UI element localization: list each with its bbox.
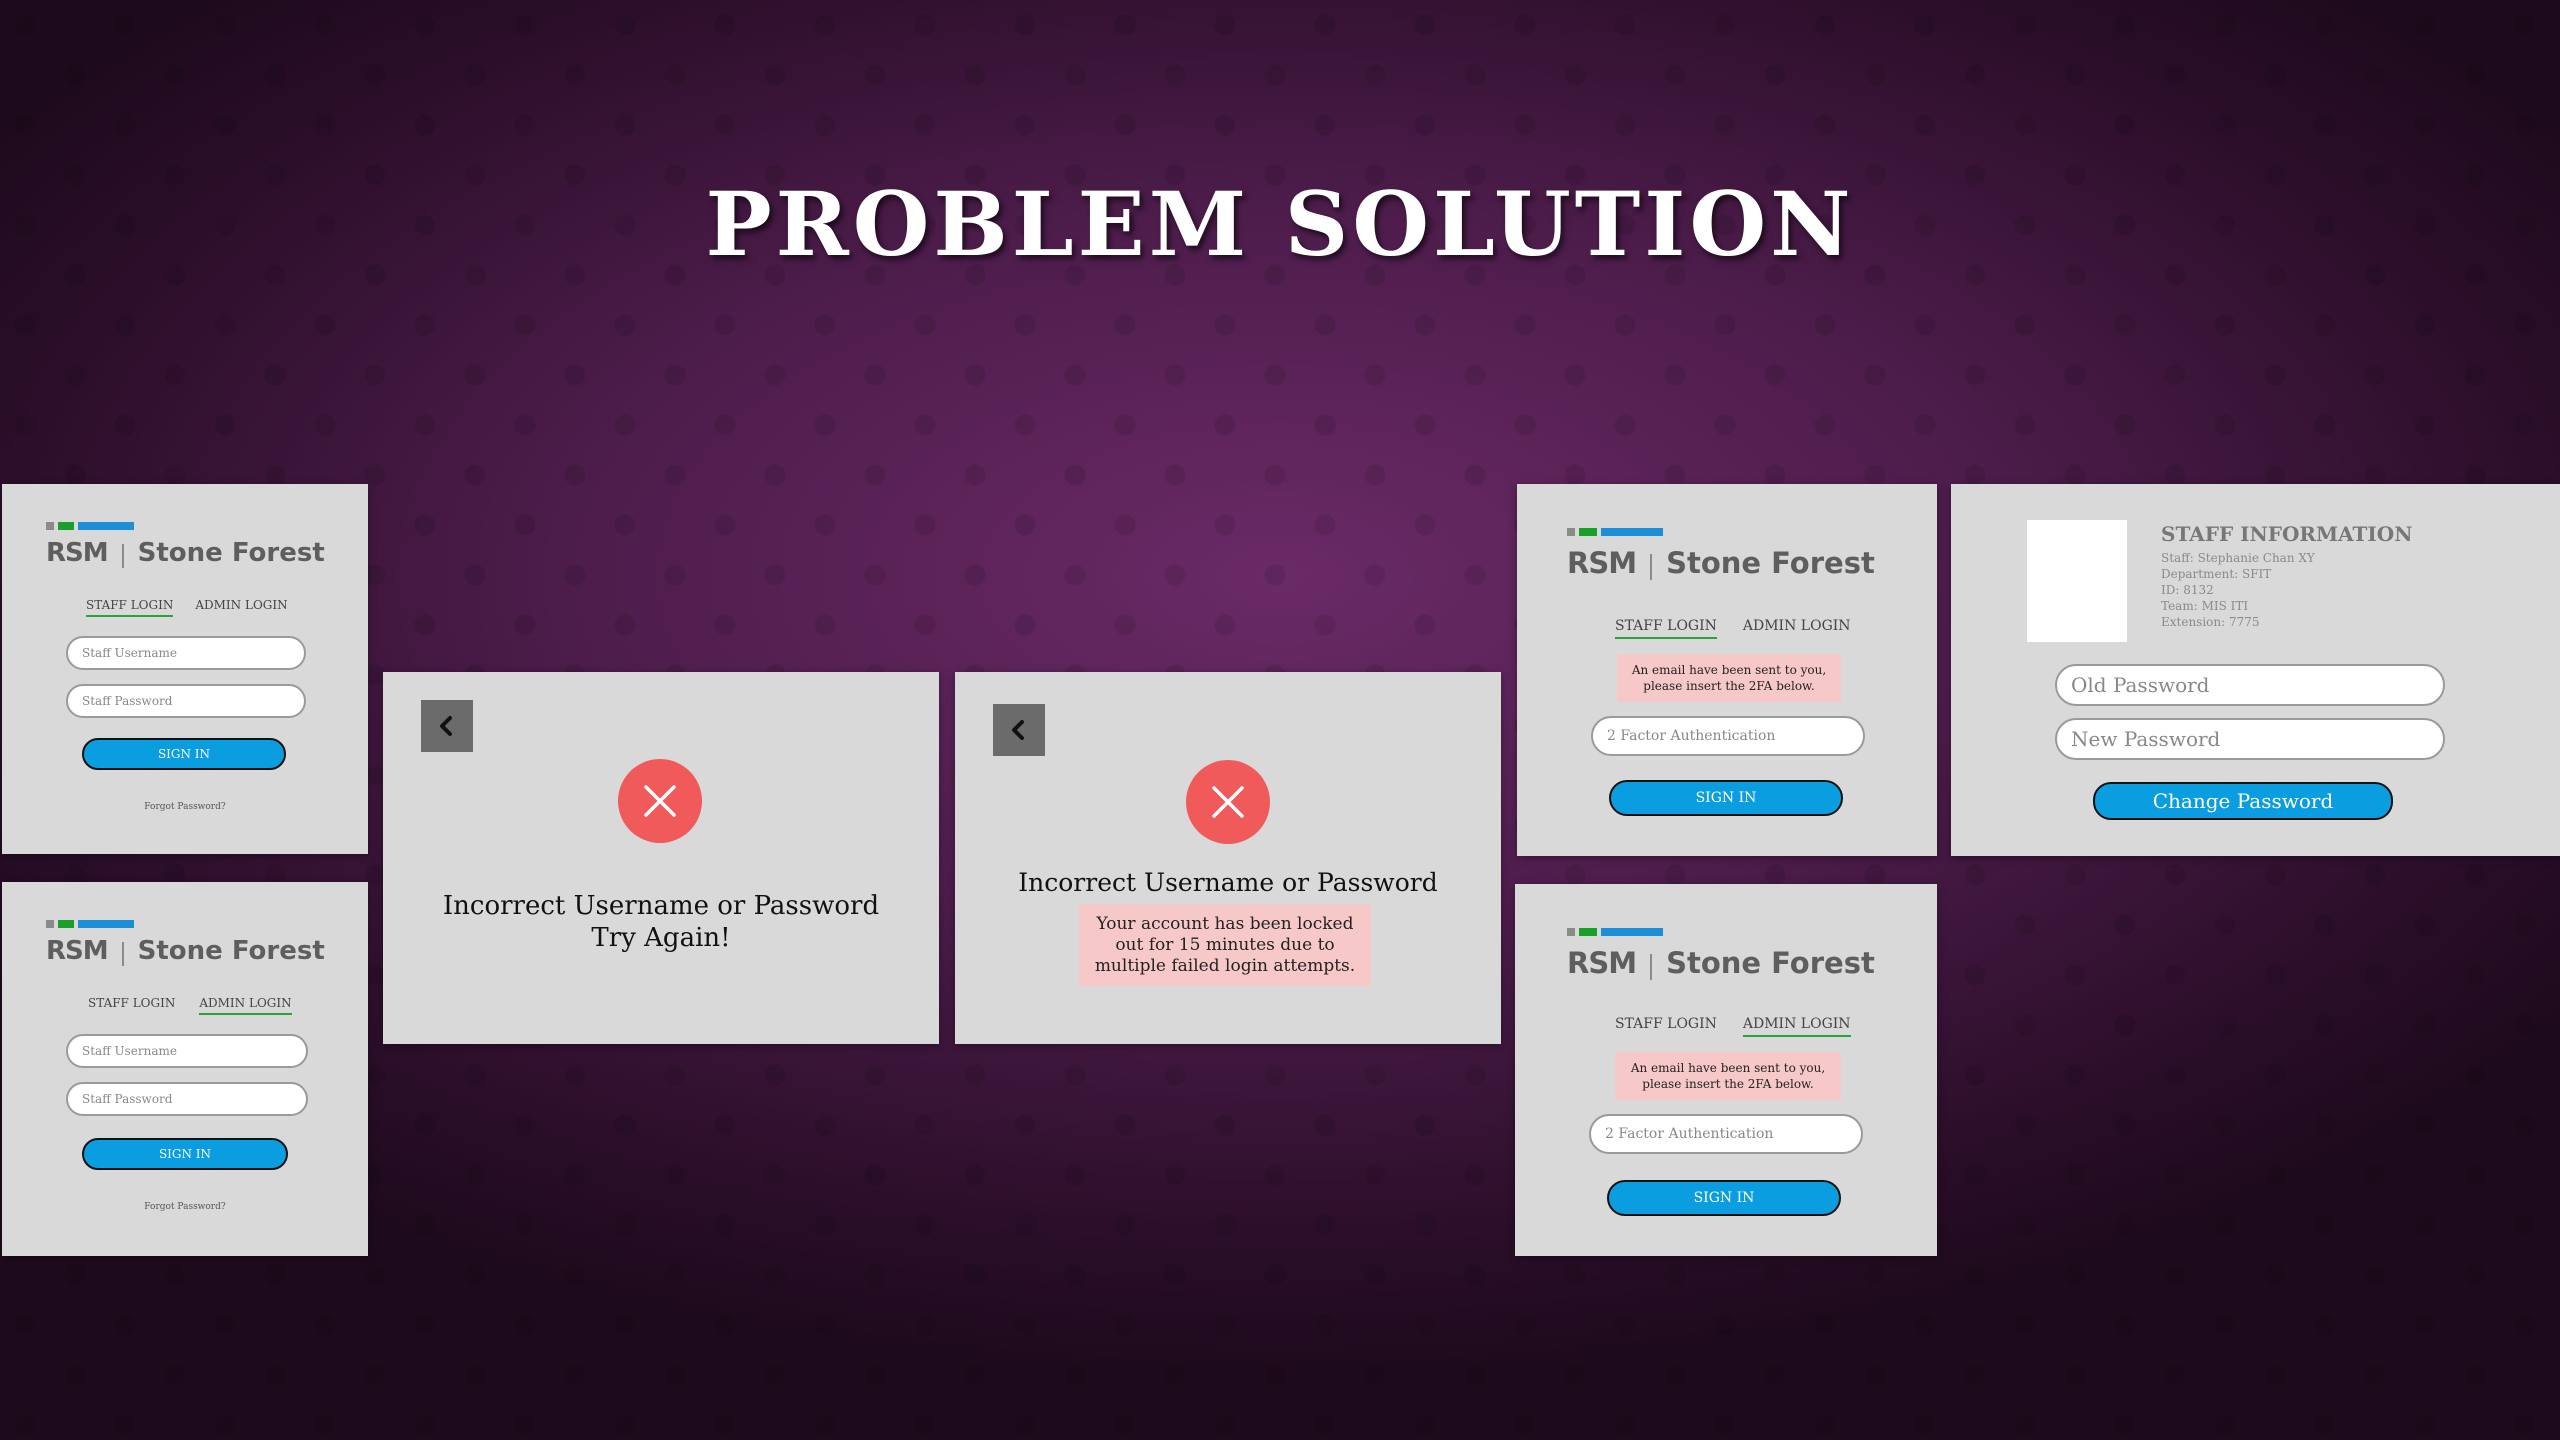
logo-brand-name: Stone Forest: [1666, 946, 1875, 980]
tab-admin-login[interactable]: ADMIN LOGIN: [1742, 1016, 1851, 1037]
locked-line-1: Your account has been locked: [1096, 913, 1354, 934]
error-line-2: Try Again!: [591, 923, 731, 953]
logo-rsm: RSM: [46, 538, 109, 568]
twofa-notice-line-2: please insert the 2FA below.: [1643, 679, 1815, 693]
logo-bars: [1567, 528, 1663, 536]
logo-bars: [46, 920, 134, 928]
brand-logo: RSM Stone Forest: [1567, 928, 1875, 980]
sign-in-button[interactable]: SIGN IN: [1607, 1180, 1841, 1216]
login-tabs: STAFF LOGIN ADMIN LOGIN: [88, 996, 292, 1015]
staff-details: Staff: Stephanie Chan XY Department: SFI…: [2161, 550, 2315, 630]
staff-info-title: STAFF INFORMATION: [2161, 522, 2413, 546]
twofa-field[interactable]: 2 Factor Authentication: [1591, 716, 1865, 756]
staff-info-panel: STAFF INFORMATION Staff: Stephanie Chan …: [1951, 484, 2560, 856]
logo-divider: [121, 544, 124, 568]
tab-admin-login[interactable]: ADMIN LOGIN: [1743, 618, 1851, 639]
twofa-staff-panel: RSM Stone Forest STAFF LOGIN ADMIN LOGIN…: [1517, 484, 1937, 856]
staff-team: Team: MIS ITI: [2161, 599, 2249, 613]
twofa-notice-line-1: An email have been sent to you,: [1631, 663, 1827, 677]
logo-divider: [1650, 554, 1653, 580]
brand-logo: RSM Stone Forest: [1567, 528, 1875, 580]
error-panel-try-again: Incorrect Username or Password Try Again…: [383, 672, 939, 1044]
staff-photo-placeholder: [2027, 520, 2127, 642]
tab-staff-login[interactable]: STAFF LOGIN: [88, 996, 175, 1015]
username-field[interactable]: Staff Username: [66, 636, 306, 670]
brand-logo: RSM Stone Forest: [46, 522, 325, 568]
twofa-field[interactable]: 2 Factor Authentication: [1589, 1114, 1863, 1154]
locked-line-2: out for 15 minutes due to: [1115, 934, 1335, 955]
chevron-left-icon: [440, 716, 452, 736]
staff-id: ID: 8132: [2161, 583, 2214, 597]
sign-in-button[interactable]: SIGN IN: [82, 738, 286, 770]
forgot-password-link[interactable]: Forgot Password?: [2, 1202, 368, 1212]
forgot-password-link[interactable]: Forgot Password?: [2, 802, 368, 812]
chevron-left-icon: [1012, 720, 1024, 740]
logo-brand-name: Stone Forest: [137, 538, 325, 568]
tab-admin-login[interactable]: ADMIN LOGIN: [195, 598, 287, 617]
new-password-field[interactable]: New Password: [2055, 718, 2445, 760]
brand-logo: RSM Stone Forest: [46, 920, 325, 966]
error-message: Incorrect Username or Password Try Again…: [383, 890, 939, 954]
tab-staff-login[interactable]: STAFF LOGIN: [86, 598, 174, 617]
locked-line-3: multiple failed login attempts.: [1094, 955, 1356, 976]
twofa-notice: An email have been sent to you, please i…: [1617, 654, 1841, 702]
logo-rsm: RSM: [46, 936, 109, 966]
twofa-notice-line-2: please insert the 2FA below.: [1642, 1077, 1814, 1091]
back-button[interactable]: [421, 700, 473, 752]
twofa-admin-panel: RSM Stone Forest STAFF LOGIN ADMIN LOGIN…: [1515, 884, 1937, 1256]
staff-extension: Extension: 7775: [2161, 615, 2260, 629]
locked-notice: Your account has been locked out for 15 …: [1079, 904, 1371, 986]
password-field[interactable]: Staff Password: [66, 684, 306, 718]
staff-name: Staff: Stephanie Chan XY: [2161, 551, 2315, 565]
sign-in-button[interactable]: SIGN IN: [1609, 780, 1843, 816]
change-password-button[interactable]: Change Password: [2093, 782, 2393, 820]
logo-rsm: RSM: [1567, 946, 1637, 980]
logo-brand-name: Stone Forest: [137, 936, 325, 966]
staff-department: Department: SFIT: [2161, 567, 2272, 581]
staff-login-panel: RSM Stone Forest STAFF LOGIN ADMIN LOGIN…: [2, 484, 368, 854]
x-circle-icon: [1186, 760, 1270, 844]
login-tabs: STAFF LOGIN ADMIN LOGIN: [1615, 1016, 1851, 1037]
slide-title: PROBLEM SOLUTION: [705, 172, 1855, 276]
login-tabs: STAFF LOGIN ADMIN LOGIN: [1615, 618, 1851, 639]
sign-in-button[interactable]: SIGN IN: [82, 1138, 288, 1170]
old-password-field[interactable]: Old Password: [2055, 664, 2445, 706]
tab-staff-login[interactable]: STAFF LOGIN: [1615, 1016, 1717, 1037]
logo-brand-name: Stone Forest: [1666, 546, 1875, 580]
x-circle-icon: [618, 759, 702, 843]
logo-divider: [121, 942, 124, 966]
error-line-1: Incorrect Username or Password: [442, 891, 880, 921]
username-field[interactable]: Staff Username: [66, 1034, 308, 1068]
error-panel-locked: Incorrect Username or Password Your acco…: [955, 672, 1501, 1044]
tab-admin-login[interactable]: ADMIN LOGIN: [199, 996, 292, 1015]
logo-divider: [1650, 954, 1653, 980]
logo-bars: [46, 522, 134, 530]
tab-staff-login[interactable]: STAFF LOGIN: [1615, 618, 1717, 639]
twofa-notice: An email have been sent to you, please i…: [1615, 1052, 1841, 1100]
password-field[interactable]: Staff Password: [66, 1082, 308, 1116]
login-tabs: STAFF LOGIN ADMIN LOGIN: [86, 598, 288, 617]
admin-login-panel: RSM Stone Forest STAFF LOGIN ADMIN LOGIN…: [2, 882, 368, 1256]
logo-rsm: RSM: [1567, 546, 1637, 580]
error-heading: Incorrect Username or Password: [1018, 868, 1438, 897]
logo-bars: [1567, 928, 1663, 936]
twofa-notice-line-1: An email have been sent to you,: [1630, 1061, 1826, 1075]
back-button[interactable]: [993, 704, 1045, 756]
